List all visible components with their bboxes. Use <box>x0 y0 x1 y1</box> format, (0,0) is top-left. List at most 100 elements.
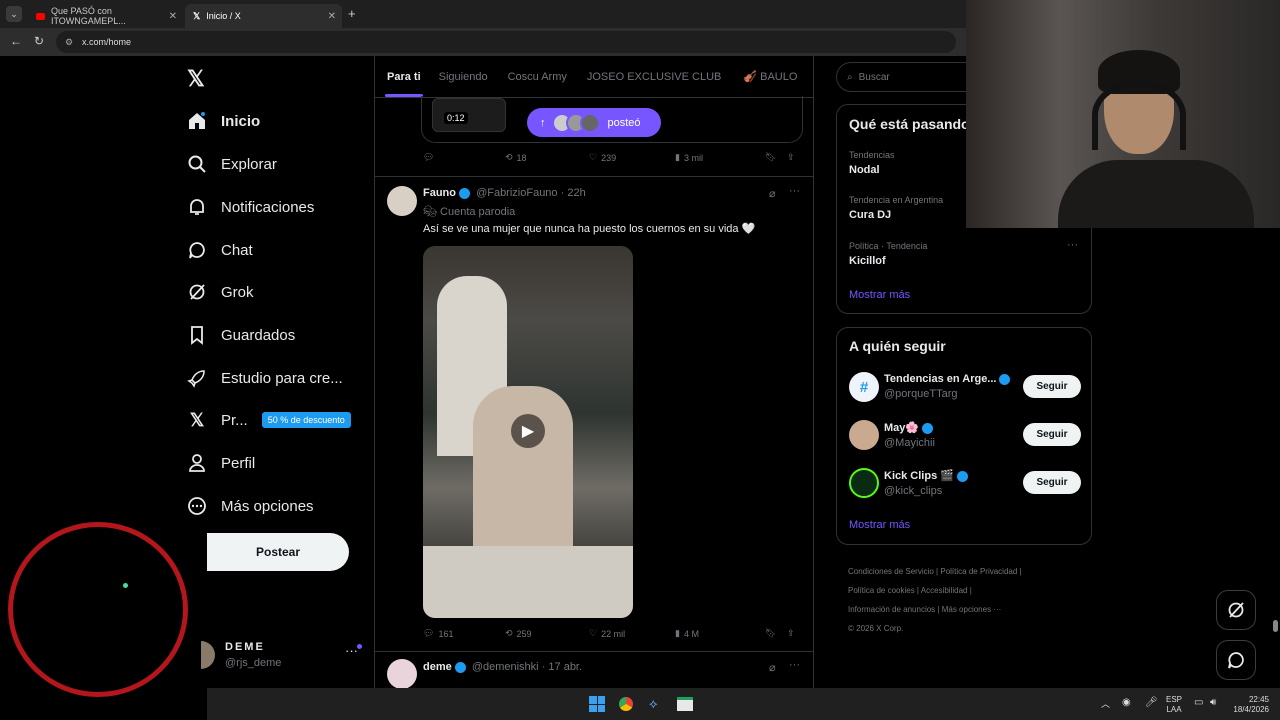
follow-suggestion[interactable]: Kick Clips 🎬 @kick_clips <box>884 469 968 497</box>
avatar[interactable] <box>387 659 417 688</box>
tab-para-ti[interactable]: Para ti <box>387 71 421 83</box>
mic-icon[interactable]: 🎤︎ <box>1145 697 1158 708</box>
messages-float-button[interactable] <box>1216 640 1256 680</box>
discord-icon[interactable]: ◉ <box>1122 697 1131 708</box>
reply-icon: 💬︎ <box>423 152 435 162</box>
author-handle[interactable]: @demenishki <box>472 661 539 673</box>
post-time[interactable]: · 22h <box>561 187 586 199</box>
follow-button[interactable]: Seguir <box>1023 471 1081 494</box>
language-indicator[interactable]: ESP LAA <box>1166 695 1182 715</box>
show-more-link[interactable]: Mostrar más <box>849 519 910 531</box>
sidebar-item-grok[interactable]: Grok <box>186 272 254 312</box>
follow-suggestion[interactable]: Tendencias en Arge... @porqueTTarg <box>884 373 1011 400</box>
browser-tab-x[interactable]: 𝕏 Inicio / X ✕ <box>185 4 342 28</box>
share-icon[interactable]: ⇪ <box>787 152 795 163</box>
more-icon[interactable]: ··· <box>1067 239 1078 251</box>
feed-column: Para ti Siguiendo Coscu Army JOSEO EXCLU… <box>374 56 814 688</box>
post-video[interactable]: ▶ <box>423 246 633 618</box>
sidebar-item-explorar[interactable]: Explorar <box>186 144 277 184</box>
clock[interactable]: 22:45 18/4/2026 <box>1229 695 1269 715</box>
share-icon[interactable]: ⇪ <box>787 628 795 639</box>
footer-link[interactable]: Política de cookies <box>848 586 915 595</box>
windows-start-icon[interactable] <box>589 696 605 712</box>
footer-link[interactable]: Accesibilidad <box>921 586 968 595</box>
account-switcher[interactable]: DEME @rjs_deme ··· <box>201 638 367 678</box>
tab-list-button[interactable]: ⌄ <box>6 6 22 22</box>
follow-suggestion[interactable]: May🌸 @Mayichii <box>884 421 935 449</box>
tab-baulo[interactable]: 🎻 BAULO <box>743 70 797 83</box>
grok-icon[interactable]: ⌀ <box>769 187 776 200</box>
chrome-icon[interactable] <box>618 696 634 712</box>
x-favicon-icon: 𝕏 <box>193 10 201 21</box>
reply-button[interactable]: 💬︎ <box>423 152 505 163</box>
close-tab-icon[interactable]: ✕ <box>169 11 177 22</box>
more-icon[interactable]: ··· <box>789 659 800 671</box>
sidebar-item-label: Perfil <box>221 454 256 472</box>
footer-link[interactable]: Condiciones de Servicio <box>848 567 934 576</box>
sidebar-item-premium[interactable]: 𝕏 Pr... 50 % de descuento <box>186 400 351 440</box>
site-info-icon[interactable]: ⚙ <box>65 37 73 48</box>
play-button-icon[interactable]: ▶ <box>511 414 545 448</box>
network-icon[interactable]: ▭ <box>1194 697 1203 708</box>
like-button[interactable]: ♡ 22 mil <box>589 628 675 639</box>
grok-float-button[interactable] <box>1216 590 1256 630</box>
verified-icon <box>922 422 934 434</box>
reply-button[interactable]: 💬︎ 161 <box>423 628 505 639</box>
reload-icon[interactable]: ↻ <box>34 34 44 48</box>
avatar[interactable] <box>387 186 417 216</box>
volume-icon[interactable]: 🔊︎ <box>1210 697 1216 708</box>
footer-link[interactable]: Más opciones ··· <box>942 605 1002 614</box>
tab-coscu-army[interactable]: Coscu Army <box>508 71 567 83</box>
sidebar-item-guardados[interactable]: Guardados <box>186 315 295 355</box>
x-logo-icon[interactable]: 𝕏 <box>187 66 205 92</box>
sidebar-item-mas-opciones[interactable]: Más opciones <box>186 486 314 526</box>
app-icon[interactable] <box>677 697 693 711</box>
trend-item[interactable]: Política · Tendencia Kicillof <box>849 241 927 267</box>
views-button[interactable]: ▮ 3 mil <box>675 152 765 163</box>
sidebar-item-label: Grok <box>221 283 254 301</box>
footer-link[interactable]: Política de Privacidad <box>940 567 1017 576</box>
scrollbar[interactable] <box>1273 620 1278 632</box>
follow-button[interactable]: Seguir <box>1023 375 1081 398</box>
suggestion-handle: @Mayichii <box>884 437 935 449</box>
bookmark-icon[interactable]: 🔖︎ <box>765 152 787 163</box>
tray-chevron-icon[interactable]: ︿ <box>1101 697 1110 710</box>
views-button[interactable]: ▮ 4 M <box>675 628 765 639</box>
browser-tab-youtube[interactable]: Que PASÓ con ITOWNGAMEPL... ✕ <box>28 4 183 28</box>
author-handle[interactable]: @FabrizioFauno <box>476 187 557 199</box>
footer-link[interactable]: Información de anuncios <box>848 605 935 614</box>
sidebar-item-chat[interactable]: Chat <box>186 230 253 270</box>
sidebar-item-notificaciones[interactable]: Notificaciones <box>186 187 314 227</box>
posted-pill[interactable]: ↑ posteó <box>527 108 661 137</box>
sidebar-item-inicio[interactable]: Inicio <box>186 101 260 141</box>
trend-item[interactable]: Tendencia en Argentina Cura DJ <box>849 195 943 221</box>
post-actions: 💬︎ ⟲ 18 ♡ 239 ▮ 3 mil 🔖︎ ⇪ <box>423 152 803 163</box>
url-field[interactable]: ⚙ x.com/home <box>56 31 956 53</box>
app-icon[interactable]: ⟡ <box>649 696 663 712</box>
like-button[interactable]: ♡ 239 <box>589 152 675 163</box>
repost-button[interactable]: ⟲ 18 <box>505 152 589 163</box>
discount-badge: 50 % de descuento <box>261 412 351 428</box>
back-icon[interactable]: ← <box>10 34 22 48</box>
post-time[interactable]: · 17 abr. <box>542 661 582 673</box>
follow-title: A quién seguir <box>849 338 946 354</box>
grok-icon[interactable]: ⌀ <box>769 661 776 674</box>
repost-button[interactable]: ⟲ 259 <box>505 628 589 639</box>
post-button[interactable]: Postear <box>207 533 349 571</box>
sidebar-item-label: Notificaciones <box>221 198 315 216</box>
bookmark-icon[interactable]: 🔖︎ <box>765 628 787 639</box>
follow-button[interactable]: Seguir <box>1023 423 1081 446</box>
more-icon[interactable]: ··· <box>789 185 800 197</box>
author-name[interactable]: deme <box>423 661 452 673</box>
sidebar-item-perfil[interactable]: Perfil <box>186 443 255 483</box>
show-more-link[interactable]: Mostrar más <box>849 289 910 301</box>
video-thumbnail[interactable]: 0:12 <box>432 98 506 132</box>
author-name[interactable]: Fauno <box>423 187 456 199</box>
sidebar-item-estudio[interactable]: Estudio para cre... <box>186 358 343 398</box>
tab-siguiendo[interactable]: Siguiendo <box>439 71 488 83</box>
new-tab-icon[interactable]: + <box>348 6 356 21</box>
trend-item[interactable]: Tendencias Nodal <box>849 150 895 176</box>
hashtag-avatar: # <box>849 372 879 402</box>
tab-joseo[interactable]: JOSEO EXCLUSIVE CLUB <box>587 71 722 83</box>
close-tab-icon[interactable]: ✕ <box>328 11 336 22</box>
